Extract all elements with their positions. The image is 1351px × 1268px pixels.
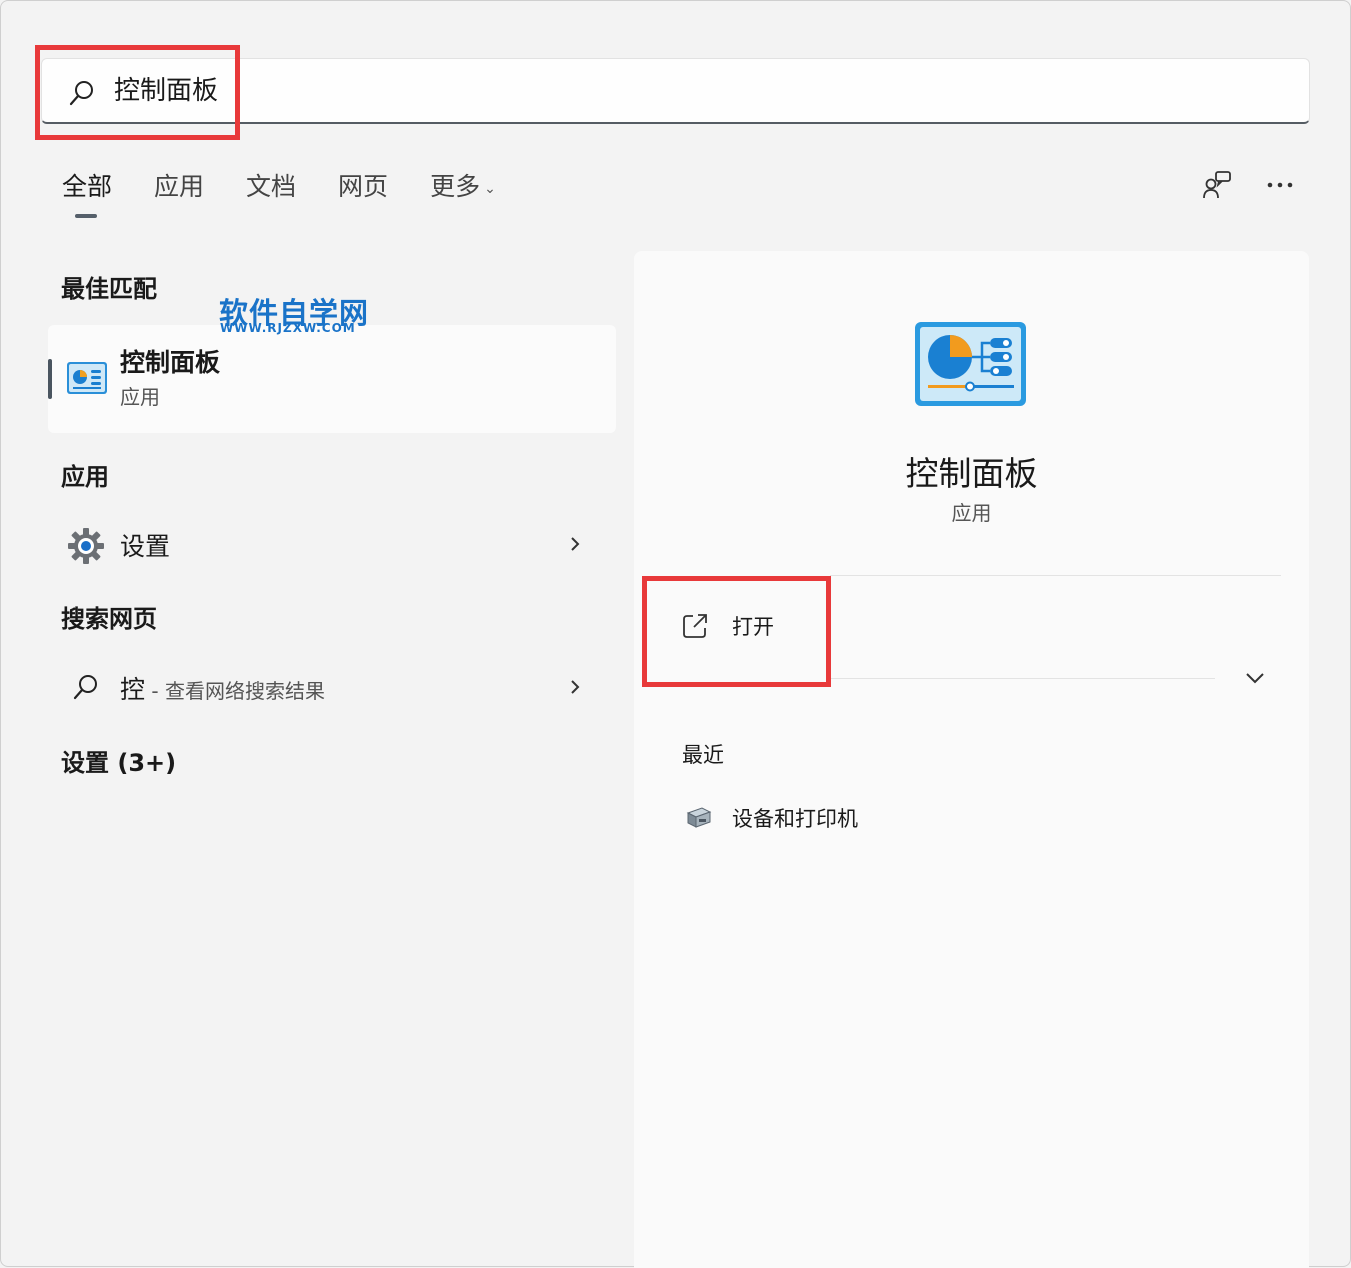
chevron-right-icon	[571, 537, 580, 551]
settings-gear-icon	[68, 528, 104, 564]
settings-section-heading[interactable]: 设置 (3+)	[61, 743, 176, 778]
detail-app-name: 控制面板	[905, 454, 1038, 493]
divider	[830, 575, 1281, 576]
apps-heading: 应用	[61, 463, 109, 491]
web-search-suffix: - 查看网络搜索结果	[145, 679, 325, 703]
tab-more-label: 更多	[430, 172, 481, 201]
selection-indicator	[48, 359, 52, 399]
detail-panel: 控制面板 应用 打开 最近 设备和打印机	[634, 251, 1309, 1268]
tab-web[interactable]: 网页	[338, 169, 388, 209]
tab-all[interactable]: 全部	[62, 169, 112, 209]
settings-label: 设置	[120, 532, 171, 561]
account-switch-icon[interactable]	[1201, 169, 1233, 201]
list-item-web-search[interactable]: 控 - 查看网络搜索结果	[48, 658, 616, 718]
tab-more[interactable]: 更多 ⌄	[430, 169, 496, 209]
highlight-box-open	[642, 576, 831, 687]
best-match-type: 应用	[120, 385, 160, 409]
printer-icon	[686, 807, 712, 828]
filter-tabs: 全部 应用 文档 网页 更多 ⌄	[62, 169, 538, 209]
recent-item-label: 设备和打印机	[732, 807, 858, 831]
control-panel-icon	[67, 362, 107, 394]
best-match-name: 控制面板	[120, 348, 221, 377]
web-search-query: 控	[120, 675, 146, 704]
active-tab-indicator	[75, 214, 97, 218]
detail-app-type: 应用	[951, 501, 992, 525]
search-icon	[73, 675, 97, 700]
search-web-heading: 搜索网页	[61, 605, 157, 633]
web-search-text: 控 - 查看网络搜索结果	[120, 670, 325, 706]
watermark-url: WWW.RJZXW.COM	[220, 321, 356, 335]
recent-heading: 最近	[682, 743, 724, 767]
control-panel-large-icon	[915, 322, 1026, 406]
best-match-item[interactable]: 控制面板 应用	[48, 325, 616, 433]
list-item-settings[interactable]: 设置	[48, 515, 616, 575]
chevron-right-icon	[571, 680, 580, 694]
chevron-down-icon: ⌄	[484, 181, 496, 197]
search-window: 控制面板 全部 应用 文档 网页 更多 ⌄ 最佳匹配 控制面板 应用 软件自学网…	[0, 0, 1351, 1268]
expand-chevron-down-icon[interactable]	[1244, 671, 1266, 685]
tab-apps[interactable]: 应用	[154, 169, 204, 209]
more-options-icon[interactable]	[1267, 179, 1293, 191]
best-match-heading: 最佳匹配	[61, 275, 157, 303]
highlight-box-search	[35, 45, 240, 140]
divider	[830, 678, 1215, 679]
recent-item-devices-printers[interactable]: 设备和打印机	[674, 797, 1074, 843]
tab-documents[interactable]: 文档	[246, 169, 296, 209]
